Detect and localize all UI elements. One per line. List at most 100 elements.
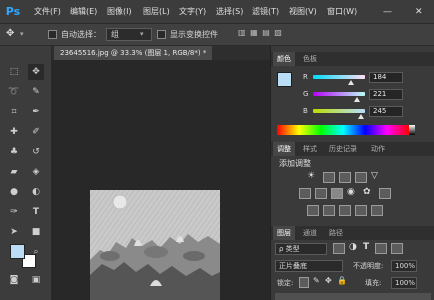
tool-preset-chevron-icon[interactable]: ▾: [20, 30, 24, 38]
black-white-ramp[interactable]: [409, 125, 415, 135]
tab-color[interactable]: 颜色: [273, 52, 295, 66]
right-panels: 颜色 色板 R 184 G 221 B 245 调整 样式 历史记录 动作 添加…: [270, 46, 434, 300]
foreground-color-swatch[interactable]: [277, 72, 292, 87]
options-bar: ✥ ▾ 自动选择： 组 ▾ 显示变换控件 ▥ ▦ ▤ ▧: [0, 24, 434, 46]
adjust-panel-tabs: 调整 样式 历史记录 动作: [271, 142, 434, 156]
menu-type[interactable]: 文字(Y): [179, 0, 206, 24]
document-image[interactable]: [90, 190, 220, 300]
channel-mixer-icon[interactable]: ✿: [363, 187, 371, 197]
close-button[interactable]: ✕: [415, 0, 423, 24]
quick-mask-icon[interactable]: ◙: [6, 272, 22, 288]
g-value-input[interactable]: 221: [369, 89, 403, 100]
opacity-input[interactable]: 100%: [391, 260, 417, 272]
brightness-icon[interactable]: ☀: [307, 171, 315, 181]
posterize-icon[interactable]: [323, 205, 335, 216]
lock-transparent-icon[interactable]: [299, 277, 309, 288]
eyedropper-tool-icon[interactable]: ✒: [28, 104, 44, 120]
menu-view[interactable]: 视图(V): [289, 0, 317, 24]
b-slider[interactable]: [313, 109, 365, 113]
b-slider-thumb[interactable]: [358, 114, 364, 119]
exposure-icon[interactable]: [355, 172, 367, 183]
clone-stamp-tool-icon[interactable]: ♣: [6, 144, 22, 160]
levels-icon[interactable]: [323, 172, 335, 183]
filter-adjust-icon[interactable]: ◑: [349, 242, 357, 252]
healing-brush-tool-icon[interactable]: ✚: [6, 124, 22, 140]
menu-file[interactable]: 文件(F): [34, 0, 61, 24]
brush-tool-icon[interactable]: ✐: [28, 124, 44, 140]
r-slider-thumb[interactable]: [348, 80, 354, 85]
rectangle-tool-icon[interactable]: ■: [28, 224, 44, 240]
menu-select[interactable]: 选择(S): [216, 0, 243, 24]
b-value-input[interactable]: 245: [369, 106, 403, 117]
menu-layer[interactable]: 图层(L): [143, 0, 170, 24]
paint-bucket-tool-icon[interactable]: ◈: [28, 164, 44, 180]
foreground-color-swatch[interactable]: [10, 244, 25, 259]
vibrance-icon[interactable]: ▽: [371, 171, 378, 181]
invert-icon[interactable]: [307, 205, 319, 216]
move-tool-icon[interactable]: ✥: [28, 64, 44, 80]
r-slider[interactable]: [313, 75, 365, 79]
tab-actions[interactable]: 动作: [367, 142, 389, 156]
lasso-tool-icon[interactable]: ➰: [6, 84, 22, 100]
color-balance-icon[interactable]: [315, 188, 327, 199]
pen-tool-icon[interactable]: ✑: [6, 204, 22, 220]
filter-pixel-icon[interactable]: [333, 243, 345, 254]
align-icons[interactable]: ▥ ▦ ▤ ▧: [238, 28, 283, 37]
photo-filter-icon[interactable]: ◉: [347, 187, 355, 197]
tab-history[interactable]: 历史记录: [325, 142, 361, 156]
blur-tool-icon[interactable]: ●: [6, 184, 22, 200]
color-panel-tabs: 颜色 色板: [271, 52, 434, 66]
lock-all-icon[interactable]: 🔒: [337, 276, 347, 285]
tab-swatches[interactable]: 色板: [299, 52, 321, 66]
menu-filter[interactable]: 滤镜(T): [252, 0, 279, 24]
tab-channels[interactable]: 通道: [299, 226, 321, 240]
curves-icon[interactable]: [339, 172, 351, 183]
lock-pixels-icon[interactable]: ✎: [313, 276, 320, 285]
auto-select-label: 自动选择：: [61, 30, 101, 39]
color-spectrum-bar[interactable]: [277, 125, 409, 135]
chevron-down-icon: ▾: [140, 30, 144, 38]
layer-row[interactable]: [275, 293, 431, 300]
menu-image[interactable]: 图像(I): [107, 0, 132, 24]
blend-mode-dropdown[interactable]: 正片叠底: [275, 260, 343, 272]
tab-adjustments[interactable]: 调整: [273, 142, 295, 156]
auto-select-checkbox[interactable]: [48, 30, 57, 39]
tab-paths[interactable]: 路径: [325, 226, 347, 240]
tab-layers[interactable]: 图层: [273, 226, 295, 240]
fill-input[interactable]: 100%: [391, 277, 417, 289]
lock-position-icon[interactable]: ✥: [325, 276, 332, 285]
minimize-button[interactable]: —: [383, 0, 392, 24]
threshold-icon[interactable]: [339, 205, 351, 216]
color-lookup-icon[interactable]: [379, 188, 391, 199]
path-select-tool-icon[interactable]: ➤: [6, 224, 22, 240]
history-brush-tool-icon[interactable]: ↺: [28, 144, 44, 160]
menu-edit[interactable]: 编辑(E): [70, 0, 97, 24]
document-tab-bar: 23645516.jpg @ 33.3% (图层 1, RGB/8*) *: [52, 46, 270, 60]
type-tool-icon[interactable]: T: [28, 204, 44, 220]
quick-select-tool-icon[interactable]: ✎: [28, 84, 44, 100]
show-transform-checkbox[interactable]: [157, 30, 166, 39]
layer-kind-filter[interactable]: ρ 类型: [275, 243, 327, 255]
tab-styles[interactable]: 样式: [299, 142, 321, 156]
g-slider[interactable]: [313, 92, 365, 96]
r-value-input[interactable]: 184: [369, 72, 403, 83]
filter-smart-icon[interactable]: [391, 243, 403, 254]
opacity-label: 不透明度:: [353, 262, 384, 270]
eraser-tool-icon[interactable]: ▰: [6, 164, 22, 180]
auto-select-target-dropdown[interactable]: 组: [106, 28, 152, 41]
layers-panel-tabs: 图层 通道 路径: [271, 226, 434, 240]
menu-window[interactable]: 窗口(W): [327, 0, 357, 24]
black-white-icon[interactable]: [331, 188, 343, 199]
marquee-tool-icon[interactable]: ⬚: [6, 64, 22, 80]
crop-tool-icon[interactable]: ⌗: [6, 104, 22, 120]
g-slider-thumb[interactable]: [354, 97, 360, 102]
screen-mode-icon[interactable]: ▣: [28, 272, 44, 288]
gradient-map-icon[interactable]: [371, 205, 383, 216]
hue-saturation-icon[interactable]: [299, 188, 311, 199]
filter-type-icon[interactable]: T: [363, 242, 369, 252]
filter-shape-icon[interactable]: [375, 243, 387, 254]
move-tool-icon[interactable]: ✥: [6, 28, 14, 39]
dodge-tool-icon[interactable]: ◐: [28, 184, 44, 200]
document-tab[interactable]: 23645516.jpg @ 33.3% (图层 1, RGB/8*) *: [54, 46, 213, 60]
selective-color-icon[interactable]: [355, 205, 367, 216]
